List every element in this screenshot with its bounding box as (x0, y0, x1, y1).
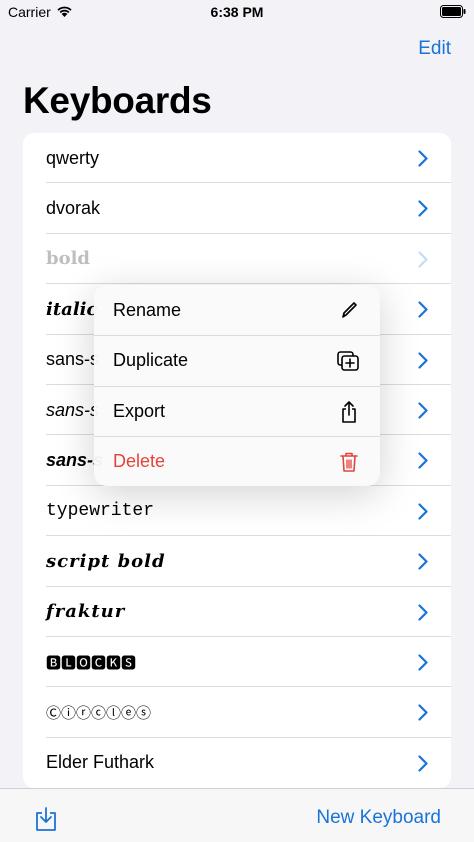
list-item[interactable]: script bold (23, 536, 451, 587)
new-keyboard-button[interactable]: New Keyboard (316, 807, 441, 829)
rename-label: Rename (113, 299, 182, 320)
chevron-right-icon (418, 704, 428, 726)
keyboard-name: Ⓒⓘⓡⓒⓛⓔⓢ (46, 705, 152, 723)
trash-icon (338, 450, 360, 479)
chevron-right-icon (418, 553, 428, 575)
pencil-icon (338, 298, 360, 327)
keyboard-name: fraktur (46, 601, 126, 623)
duplicate-icon (336, 349, 360, 378)
chevron-right-icon (418, 150, 428, 172)
duplicate-menu-item[interactable]: Duplicate (94, 335, 380, 385)
list-item[interactable]: qwerty (23, 133, 451, 184)
keyboard-name: bold (46, 248, 91, 270)
keyboard-name: qwerty (46, 147, 100, 168)
import-icon[interactable] (34, 806, 58, 837)
list-item[interactable]: bold (23, 234, 451, 285)
context-menu: Rename Duplicate Export Delete (94, 285, 380, 486)
status-time: 6:38 PM (210, 4, 264, 20)
bottom-toolbar: New Keyboard (0, 788, 474, 842)
list-item[interactable]: Ⓒⓘⓡⓒⓛⓔⓢ (23, 687, 451, 739)
keyboard-name: Elder Futhark (46, 752, 155, 773)
list-item[interactable]: dvorak (23, 183, 451, 235)
chevron-right-icon (418, 503, 428, 525)
keyboard-name: typewriter (46, 500, 155, 521)
chevron-right-icon (418, 301, 428, 323)
export-label: Export (113, 400, 166, 421)
chevron-right-icon (418, 603, 428, 626)
keyboard-name: script bold (46, 550, 166, 572)
status-bar: Carrier 6:38 PM (0, 0, 474, 26)
chevron-right-icon (418, 251, 428, 273)
duplicate-label: Duplicate (113, 350, 189, 371)
chevron-right-icon (418, 755, 428, 777)
rename-menu-item[interactable]: Rename (94, 285, 380, 335)
chevron-right-icon (418, 654, 428, 676)
chevron-right-icon (418, 351, 428, 374)
page-title: Keyboards (23, 80, 212, 121)
keyboard-name: italic (46, 298, 98, 320)
export-menu-item[interactable]: Export (94, 385, 380, 436)
share-icon (338, 400, 360, 429)
keyboard-name: sans-s (46, 349, 100, 370)
delete-label: Delete (113, 450, 166, 471)
battery-icon (440, 5, 466, 21)
keyboard-name: 🅱🅻🅾🅲🅺🆂 (46, 654, 137, 672)
chevron-right-icon (418, 452, 428, 474)
keyboard-name: sans-s (46, 399, 100, 420)
chevron-right-icon (418, 402, 428, 424)
list-item[interactable]: 🅱🅻🅾🅲🅺🆂 (23, 637, 451, 688)
edit-button[interactable]: Edit (418, 38, 451, 60)
list-item[interactable]: typewriter (23, 486, 451, 537)
list-item[interactable]: fraktur (23, 587, 451, 638)
keyboard-name: dvorak (46, 198, 101, 219)
list-item[interactable]: Elder Futhark (23, 738, 451, 788)
chevron-right-icon (418, 200, 428, 222)
delete-menu-item[interactable]: Delete (94, 435, 380, 486)
